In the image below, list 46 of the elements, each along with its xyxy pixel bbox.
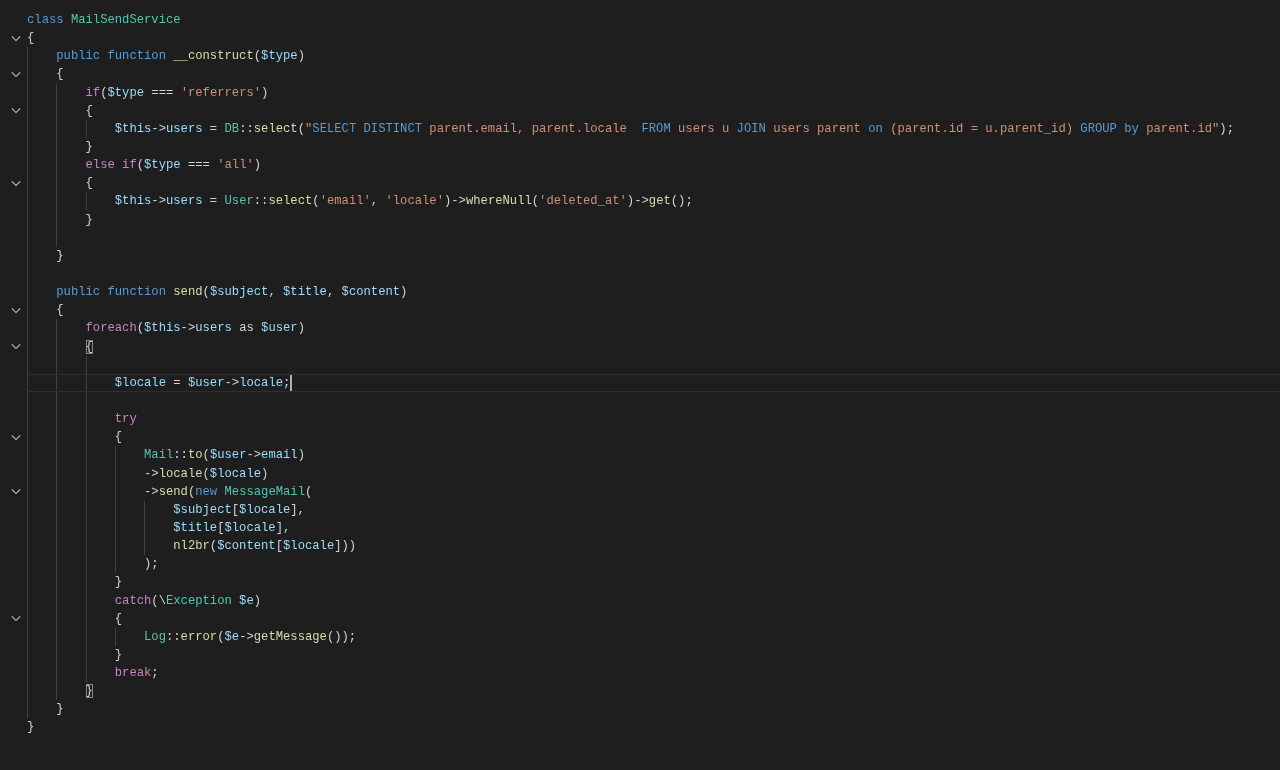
- chevron-down-icon[interactable]: [10, 433, 21, 441]
- code-line: class MailSendService: [27, 12, 181, 29]
- code-line: {: [114, 429, 123, 447]
- code-line: $this->users = User::select('email', 'locale')->whereNull('deleted_at')->get();: [114, 193, 693, 211]
- code-line: public function __construct($type): [56, 48, 305, 66]
- code-line: Log::error($e->getMessage());: [144, 628, 357, 646]
- chevron-down-icon[interactable]: [10, 179, 21, 187]
- code-line: {: [56, 66, 64, 84]
- code-line: Mail::to($user->email): [144, 447, 305, 465]
- code-line: try: [114, 411, 137, 429]
- code-line: $this->users = DB::select("SELECT DISTINCT parent.email, parent.locale FROM users u JOIN users parent on (parent.id = u.parent_id) GROUP by parent.id");: [114, 120, 1234, 138]
- code-line: break;: [114, 665, 159, 683]
- chevron-down-icon[interactable]: [10, 71, 21, 78]
- code-line: }: [85, 211, 93, 229]
- code-line: );: [144, 556, 159, 574]
- code-line: {: [85, 175, 93, 193]
- code-line: }: [27, 719, 35, 737]
- chevron-down-icon[interactable]: [10, 306, 21, 314]
- code-line: else if($type === 'all'): [85, 157, 262, 175]
- code-line: $title[$locale],: [173, 519, 291, 537]
- code-line: public function send($subject, $title, $content): [56, 284, 408, 302]
- code-line: $locale = $user->locale;: [114, 374, 291, 392]
- chevron-down-icon[interactable]: [10, 488, 21, 496]
- text-cursor: [290, 374, 292, 391]
- code-line: }: [114, 646, 123, 664]
- code-line: {: [56, 302, 64, 320]
- code-line: }: [56, 247, 64, 265]
- chevron-down-icon[interactable]: [10, 615, 21, 623]
- code-line: }: [85, 139, 93, 156]
- code-line: }: [85, 683, 93, 701]
- chevron-down-icon[interactable]: [10, 343, 21, 351]
- code-line: ->locale($locale): [144, 465, 269, 483]
- code-line: }: [114, 574, 123, 592]
- code-line: {: [114, 610, 123, 628]
- code-line: $subject[$locale],: [173, 501, 305, 519]
- code-line: nl2br($content[$locale])): [173, 538, 357, 556]
- chevron-down-icon[interactable]: [10, 107, 21, 115]
- code-line: }: [56, 701, 64, 719]
- code-line: {: [85, 338, 93, 356]
- code-line: {: [27, 30, 35, 48]
- code-line: ->send(new MessageMail(: [144, 483, 313, 501]
- chevron-down-icon[interactable]: [10, 34, 21, 42]
- code-line: foreach($this->users as $user): [85, 320, 305, 338]
- code-line: if($type === 'referrers'): [85, 84, 269, 102]
- code-line: catch(\Exception $e): [114, 592, 262, 610]
- code-line: {: [85, 102, 93, 120]
